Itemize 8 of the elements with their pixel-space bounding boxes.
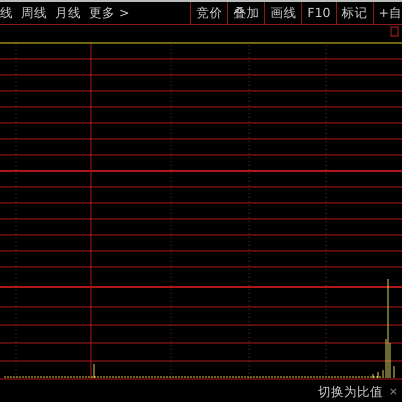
period-tab[interactable]: 周线 xyxy=(17,2,51,24)
marker-icon xyxy=(390,26,398,36)
period-tab[interactable]: 更多 > xyxy=(85,2,134,24)
period-tab[interactable]: 线 xyxy=(0,2,17,24)
close-button[interactable]: × xyxy=(388,385,398,399)
period-tab[interactable]: 月线 xyxy=(51,2,85,24)
switch-to-ratio-link[interactable]: 切换为比值 xyxy=(318,385,383,399)
toolbar-button[interactable]: +自 xyxy=(372,2,402,24)
